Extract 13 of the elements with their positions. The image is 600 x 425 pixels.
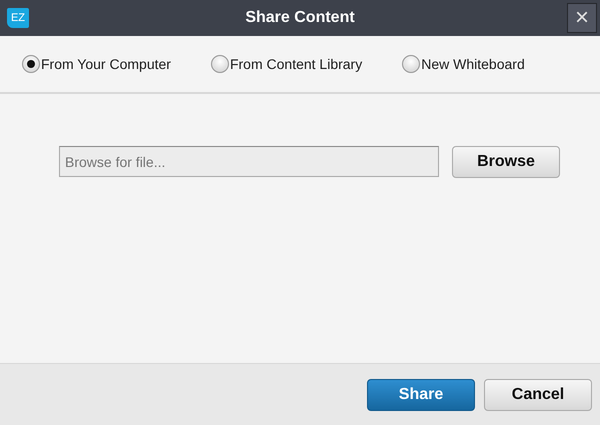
- radio-label: From Your Computer: [41, 56, 171, 72]
- close-button[interactable]: ×: [567, 3, 597, 33]
- radio-button[interactable]: [22, 55, 40, 73]
- browse-button[interactable]: Browse: [452, 146, 560, 178]
- radio-button[interactable]: [402, 55, 420, 73]
- share-button[interactable]: Share: [367, 378, 475, 410]
- app-logo: EZ: [7, 8, 29, 28]
- radio-label: From Content Library: [230, 56, 362, 72]
- window-title: Share Content: [245, 9, 355, 27]
- radio-button[interactable]: [210, 55, 229, 73]
- cancel-button[interactable]: Cancel: [484, 378, 592, 410]
- radio-label: New Whiteboard: [421, 56, 525, 72]
- file-path-field[interactable]: Browse for file...: [59, 146, 439, 177]
